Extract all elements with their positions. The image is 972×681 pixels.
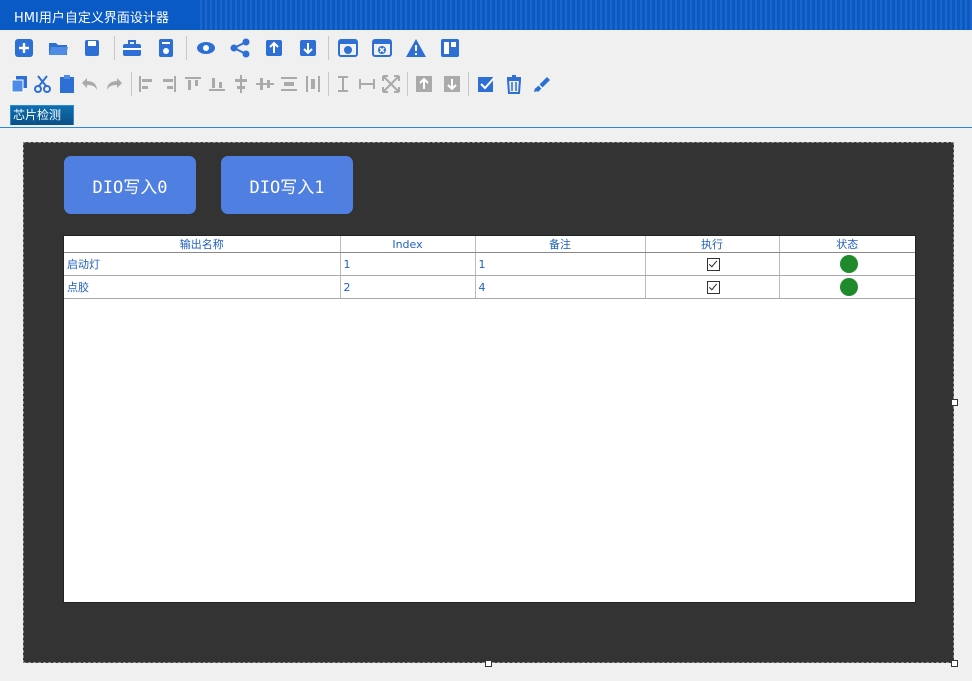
column-header-output-name[interactable]: 输出名称 [64,236,341,253]
output-table[interactable]: 输出名称 Index 备注 执行 状态 启动灯 1 1 点胶 2 4 [63,235,916,603]
distribute-vertical-icon[interactable] [277,72,301,96]
copy-icon[interactable] [8,72,32,96]
cell-execute [645,275,780,299]
same-height-icon[interactable] [331,72,355,96]
column-header-note[interactable]: 备注 [475,236,646,253]
send-to-back-icon[interactable] [440,72,464,96]
toolbar-separator [186,36,187,60]
redo-icon[interactable] [102,72,126,96]
dio-write-0-button[interactable]: DIO写入0 [64,156,196,214]
toolbar-separator [468,72,469,96]
upload-icon[interactable] [262,36,286,60]
cell-index[interactable]: 2 [340,275,476,299]
column-header-execute[interactable]: 执行 [645,236,780,253]
toolbox-icon[interactable] [120,36,144,60]
clear-icon[interactable] [530,72,554,96]
dio-write-1-button[interactable]: DIO写入1 [221,156,353,214]
cell-output-name[interactable]: 启动灯 [64,252,341,276]
undo-icon[interactable] [78,72,102,96]
column-header-status[interactable]: 状态 [779,236,915,253]
main-toolbar [0,30,972,66]
status-indicator [839,278,858,296]
add-window-icon[interactable] [336,36,360,60]
open-folder-icon[interactable] [46,36,70,60]
new-page-icon[interactable] [12,36,36,60]
toolbar-separator [328,72,329,96]
cell-note[interactable]: 4 [475,275,646,299]
same-width-icon[interactable] [355,72,379,96]
cell-status [779,252,915,276]
cut-icon[interactable] [31,72,55,96]
execute-checkbox[interactable] [707,257,720,271]
toolbar-separator [114,36,115,60]
column-header-index[interactable]: Index [340,236,476,253]
cell-execute [645,252,780,276]
table-header-row: 输出名称 Index 备注 执行 状态 [64,236,915,253]
execute-checkbox[interactable] [707,280,720,294]
save-icon[interactable] [80,36,104,60]
resize-handle-corner[interactable] [951,660,958,667]
properties-icon[interactable] [154,36,178,60]
close-window-icon[interactable] [370,36,394,60]
share-icon[interactable] [228,36,252,60]
table-row[interactable]: 启动灯 1 1 [64,252,915,276]
distribute-horizontal-icon[interactable] [301,72,325,96]
paste-icon[interactable] [55,72,79,96]
cell-index[interactable]: 1 [340,252,476,276]
bring-to-front-icon[interactable] [412,72,436,96]
preview-eye-icon[interactable] [194,36,218,60]
align-top-icon[interactable] [181,72,205,96]
app-title: HMI用户自定义界面设计器 [14,11,169,26]
cell-note[interactable]: 1 [475,252,646,276]
toolbar-separator [407,72,408,96]
tab-chip-detection[interactable]: 芯片检测 [10,105,74,125]
select-all-icon[interactable] [474,72,498,96]
resize-handle-right[interactable] [951,399,958,406]
cell-status [779,275,915,299]
warning-icon[interactable] [404,36,428,60]
title-bar: HMI用户自定义界面设计器 [0,0,972,30]
align-right-icon[interactable] [157,72,181,96]
align-bottom-icon[interactable] [205,72,229,96]
align-center-vertical-icon[interactable] [229,72,253,96]
layout-icon[interactable] [438,36,462,60]
download-icon[interactable] [296,36,320,60]
table-row[interactable]: 点胶 2 4 [64,275,915,299]
same-size-icon[interactable] [379,72,403,96]
resize-handle-bottom[interactable] [485,660,492,667]
toolbar-separator [328,36,329,60]
status-indicator [839,255,858,273]
cell-output-name[interactable]: 点胶 [64,275,341,299]
delete-icon[interactable] [502,72,526,96]
page-tab-strip: 芯片检测 [0,102,972,128]
align-left-icon[interactable] [134,72,158,96]
align-center-horizontal-icon[interactable] [253,72,277,96]
edit-toolbar [0,66,972,102]
toolbar-separator [131,72,132,96]
